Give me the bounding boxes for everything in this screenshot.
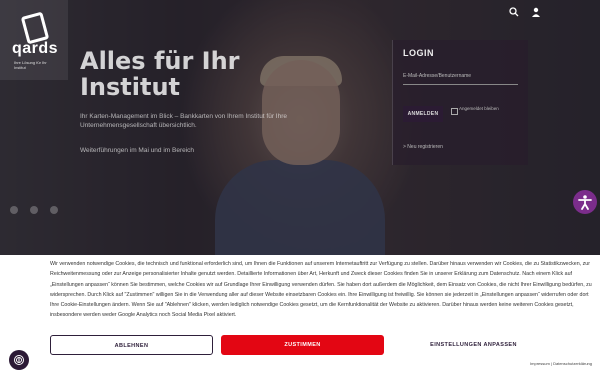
settings-button[interactable]: EINSTELLUNGEN ANPASSEN (392, 335, 555, 355)
hero-title-line1: Alles für Ihr (80, 47, 240, 75)
hero-title-line2: Institut (80, 73, 181, 101)
cookie-banner: Wir verwenden notwendige Cookies, die te… (0, 255, 600, 375)
slider-dot[interactable] (10, 206, 18, 214)
logo-tagline: Ihre Lösung für Ihr Institut (14, 60, 47, 70)
accessibility-icon[interactable] (573, 190, 597, 214)
user-icon[interactable] (530, 7, 542, 19)
hero-slider-dots (10, 206, 58, 214)
decline-button[interactable]: ABLEHNEN (50, 335, 213, 355)
logo-text: qards (12, 40, 59, 57)
remember-label: Angemeldet bleiben (459, 106, 499, 111)
cookie-banner-text: Wir verwenden notwendige Cookies, die te… (50, 261, 592, 319)
hero-section: qards Ihre Lösung für Ihr Institut Alles… (0, 0, 600, 255)
username-field[interactable]: E-Mail-Adresse/Benutzername (403, 68, 518, 85)
slider-dot[interactable] (30, 206, 38, 214)
hero-lead: Ihr Karten-Management im Blick – Bankkar… (80, 113, 288, 129)
login-panel: LOGIN E-Mail-Adresse/Benutzername ANMELD… (392, 40, 528, 165)
login-button[interactable]: ANMELDEN (403, 106, 443, 122)
header-icons (508, 7, 542, 19)
fingerprint-icon[interactable] (9, 350, 29, 370)
accept-button[interactable]: ZUSTIMMEN (221, 335, 384, 355)
register-link[interactable]: > Neu registrieren (403, 144, 443, 150)
slider-dot[interactable] (50, 206, 58, 214)
logo[interactable]: qards Ihre Lösung für Ihr Institut (0, 0, 68, 80)
hero-title: Alles für Ihr Institut (80, 48, 240, 100)
footer-links[interactable]: Impressum | Datenschutzerklärung (530, 361, 592, 366)
remember-checkbox[interactable] (451, 108, 458, 115)
search-icon[interactable] (508, 7, 520, 19)
login-heading: LOGIN (403, 48, 434, 58)
hero-lead-secondary: Weiterführungen im Mai und im Bereich (80, 147, 195, 154)
